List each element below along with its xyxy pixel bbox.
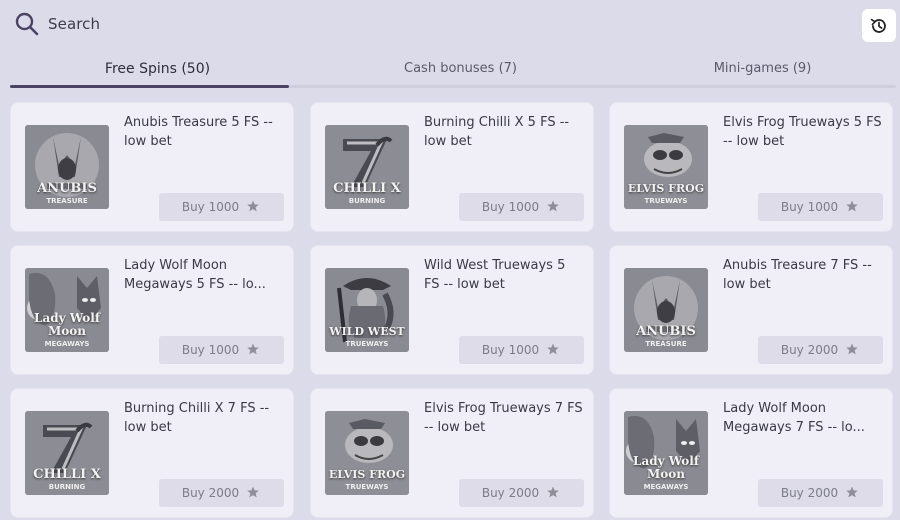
thumbnail-logo: ANUBIS [636,324,696,339]
history-icon [870,18,886,33]
search-label: Search [48,15,101,33]
coin-icon [846,486,858,498]
thumbnail-logo-sub: TRUEWAYS [345,483,389,491]
offer-title: Burning Chilli X 5 FS -- low bet [424,115,570,149]
game-thumbnail[interactable]: Lady Wolf Moon MEGAWAYS [624,411,708,495]
offer-title: Wild West Trueways 5 FS -- low bet [424,258,566,292]
buy-button-label: Buy 1000 [181,343,240,357]
coin-icon [247,200,259,212]
buy-button[interactable]: Buy 2000 [159,479,284,507]
game-thumbnail[interactable]: WILD WEST TRUEWAYS [325,268,409,352]
buy-button[interactable]: Buy 1000 [758,193,883,221]
offer-title: Lady Wolf Moon Megaways 5 FS -- lo... [124,258,266,292]
thumbnail-logo: CHILLI X [33,467,101,482]
offer-card[interactable]: Lady Wolf Moon MEGAWAYS Lady Wolf Moon Meg… [609,388,893,518]
game-thumbnail[interactable]: ELVIS FROG TRUEWAYS [624,125,708,209]
game-thumbnail[interactable]: ELVIS FROG TRUEWAYS [325,411,409,495]
offer-card[interactable]: CHILLI X BURNING Burning Chilli X 5 FS -- … [310,102,594,232]
thumbnail-logo-sub: TRUEWAYS [644,197,688,205]
thumbnail-logo-sub: MEGAWAYS [44,340,90,348]
tab-free-spins[interactable]: Free Spins (50) [10,56,305,88]
thumbnail-logo: Lady Wolf Moon [633,454,699,481]
thumbnail-logo: WILD WEST [329,325,405,338]
top-bar: Search [0,0,900,52]
buy-button[interactable]: Buy 1000 [159,336,284,364]
thumbnail-logo-sub: TRUEWAYS [345,340,389,348]
tab-bar: Free Spins (50) Cash bonuses (7) Mini-ga… [10,56,896,88]
offer-title: Burning Chilli X 7 FS -- low bet [124,401,270,435]
thumbnail-logo: ELVIS FROG [627,182,705,195]
thumbnail-logo-sub: TREASURE [46,197,88,205]
buy-button[interactable]: Buy 2000 [758,479,883,507]
thumbnail-logo-sub: TREASURE [645,340,687,348]
buy-button-label: Buy 1000 [181,200,240,214]
tab-cash-bonuses[interactable]: Cash bonuses (7) [313,56,608,86]
buy-button-label: Buy 1000 [481,343,540,357]
thumbnail-logo-sub: BURNING [348,197,386,205]
search-button[interactable]: Search [14,11,100,37]
buy-button[interactable]: Buy 1000 [159,193,284,221]
thumbnail-logo: ANUBIS [37,181,97,196]
game-thumbnail[interactable]: ANUBIS TREASURE [624,268,708,352]
offer-card[interactable]: CHILLI X BURNING Burning Chilli X 7 FS -- … [10,388,294,518]
thumbnail-logo: Lady Wolf Moon [34,311,100,338]
buy-button-label: Buy 1000 [780,200,839,214]
thumbnail-logo-sub: BURNING [48,483,86,491]
offer-card[interactable]: ELVIS FROG TRUEWAYS Elvis Frog Trueways 5 … [609,102,893,232]
buy-button[interactable]: Buy 2000 [758,336,883,364]
coin-icon [547,486,559,498]
game-thumbnail[interactable]: ANUBIS TREASURE [25,125,109,209]
game-thumbnail[interactable]: CHILLI X BURNING [25,411,109,495]
tab-mini-games[interactable]: Mini-games (9) [615,56,900,86]
coin-icon [247,486,259,498]
offer-card[interactable]: ANUBIS TREASURE Anubis Treasure 5 FS -- lo… [10,102,294,232]
coin-icon [247,343,259,355]
coin-icon [547,200,559,212]
buy-button-label: Buy 2000 [481,486,540,500]
thumbnail-logo-sub: MEGAWAYS [643,483,689,491]
offer-title: Elvis Frog Trueways 5 FS -- low bet [723,115,882,149]
offer-card[interactable]: ELVIS FROG TRUEWAYS Elvis Frog Trueways 7 … [310,388,594,518]
thumbnail-logo: CHILLI X [333,181,401,196]
offer-card[interactable]: Lady Wolf Moon MEGAWAYS Lady Wolf Moon Meg… [10,245,294,375]
history-button[interactable] [862,9,896,42]
buy-button-label: Buy 2000 [780,343,839,357]
game-thumbnail[interactable]: CHILLI X BURNING [325,125,409,209]
buy-button-label: Buy 2000 [780,486,839,500]
offer-card[interactable]: ANUBIS TREASURE Anubis Treasure 7 FS -- lo… [609,245,893,375]
buy-button-label: Buy 1000 [481,200,540,214]
coin-icon [846,343,858,355]
buy-button[interactable]: Buy 1000 [459,193,584,221]
buy-button[interactable]: Buy 2000 [459,479,584,507]
game-thumbnail[interactable]: Lady Wolf Moon MEGAWAYS [25,268,109,352]
buy-button[interactable]: Buy 1000 [459,336,584,364]
offer-title: Anubis Treasure 7 FS -- low bet [723,258,872,292]
buy-button-label: Buy 2000 [181,486,240,500]
offer-title: Anubis Treasure 5 FS -- low bet [124,115,273,149]
thumbnail-logo: ELVIS FROG [328,468,406,481]
offer-title: Elvis Frog Trueways 7 FS -- low bet [424,401,583,435]
coin-icon [547,343,559,355]
offer-card[interactable]: WILD WEST TRUEWAYS Wild West Trueways 5 FS… [310,245,594,375]
search-icon [15,12,39,36]
coin-icon [846,200,858,212]
offer-title: Lady Wolf Moon Megaways 7 FS -- lo... [723,401,865,435]
